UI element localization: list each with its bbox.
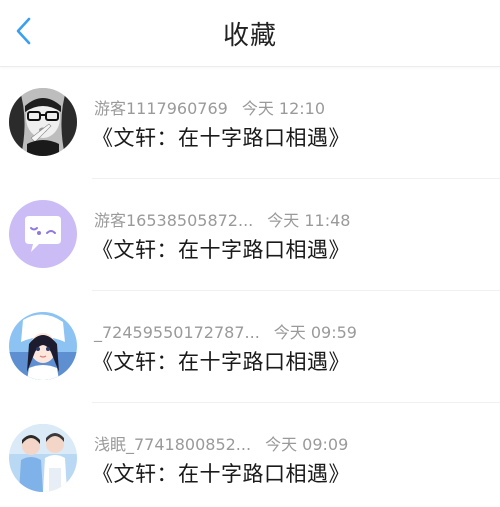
favorites-screen: 收藏 游客1117960769 今天 12:10 《文轩：在十字路口相遇》 游客… — [0, 0, 500, 507]
item-meta: 游客16538505872... 今天 11:48 — [94, 207, 350, 231]
username: _72459550172787... — [94, 323, 260, 342]
avatar[interactable] — [9, 312, 77, 380]
timestamp: 今天 11:48 — [267, 211, 351, 230]
back-button[interactable] — [6, 14, 42, 52]
chevron-left-icon — [13, 16, 35, 50]
favorite-title: 《文轩：在十字路口相遇》 — [92, 126, 350, 150]
list-item[interactable]: 浅眠_7741800852... 今天 09:09 《文轩：在十字路口相遇》 — [0, 403, 500, 507]
username: 浅眠_7741800852... — [94, 435, 252, 454]
item-meta: 浅眠_7741800852... 今天 09:09 — [94, 431, 348, 455]
timestamp: 今天 12:10 — [241, 99, 326, 118]
timestamp: 今天 09:09 — [265, 435, 349, 454]
avatar[interactable] — [9, 424, 77, 492]
list-item[interactable]: 游客16538505872... 今天 11:48 《文轩：在十字路口相遇》 — [0, 179, 500, 291]
item-meta: _72459550172787... 今天 09:59 — [94, 319, 357, 343]
list-item[interactable]: 游客1117960769 今天 12:10 《文轩：在十字路口相遇》 — [0, 67, 500, 179]
favorite-title: 《文轩：在十字路口相遇》 — [92, 238, 350, 262]
top-bar: 收藏 — [0, 0, 500, 67]
favorite-title: 《文轩：在十字路口相遇》 — [92, 462, 350, 486]
page-title: 收藏 — [222, 20, 277, 51]
avatar[interactable] — [9, 200, 77, 268]
list-item[interactable]: _72459550172787... 今天 09:59 《文轩：在十字路口相遇》 — [0, 291, 500, 403]
favorites-list: 游客1117960769 今天 12:10 《文轩：在十字路口相遇》 游客1653… — [0, 67, 500, 507]
username: 游客16538505872... — [94, 211, 254, 230]
favorite-title: 《文轩：在十字路口相遇》 — [92, 350, 350, 374]
username: 游客1117960769 — [94, 99, 228, 118]
timestamp: 今天 09:59 — [273, 323, 357, 342]
avatar[interactable] — [9, 88, 77, 156]
item-meta: 游客1117960769 今天 12:10 — [94, 95, 325, 119]
